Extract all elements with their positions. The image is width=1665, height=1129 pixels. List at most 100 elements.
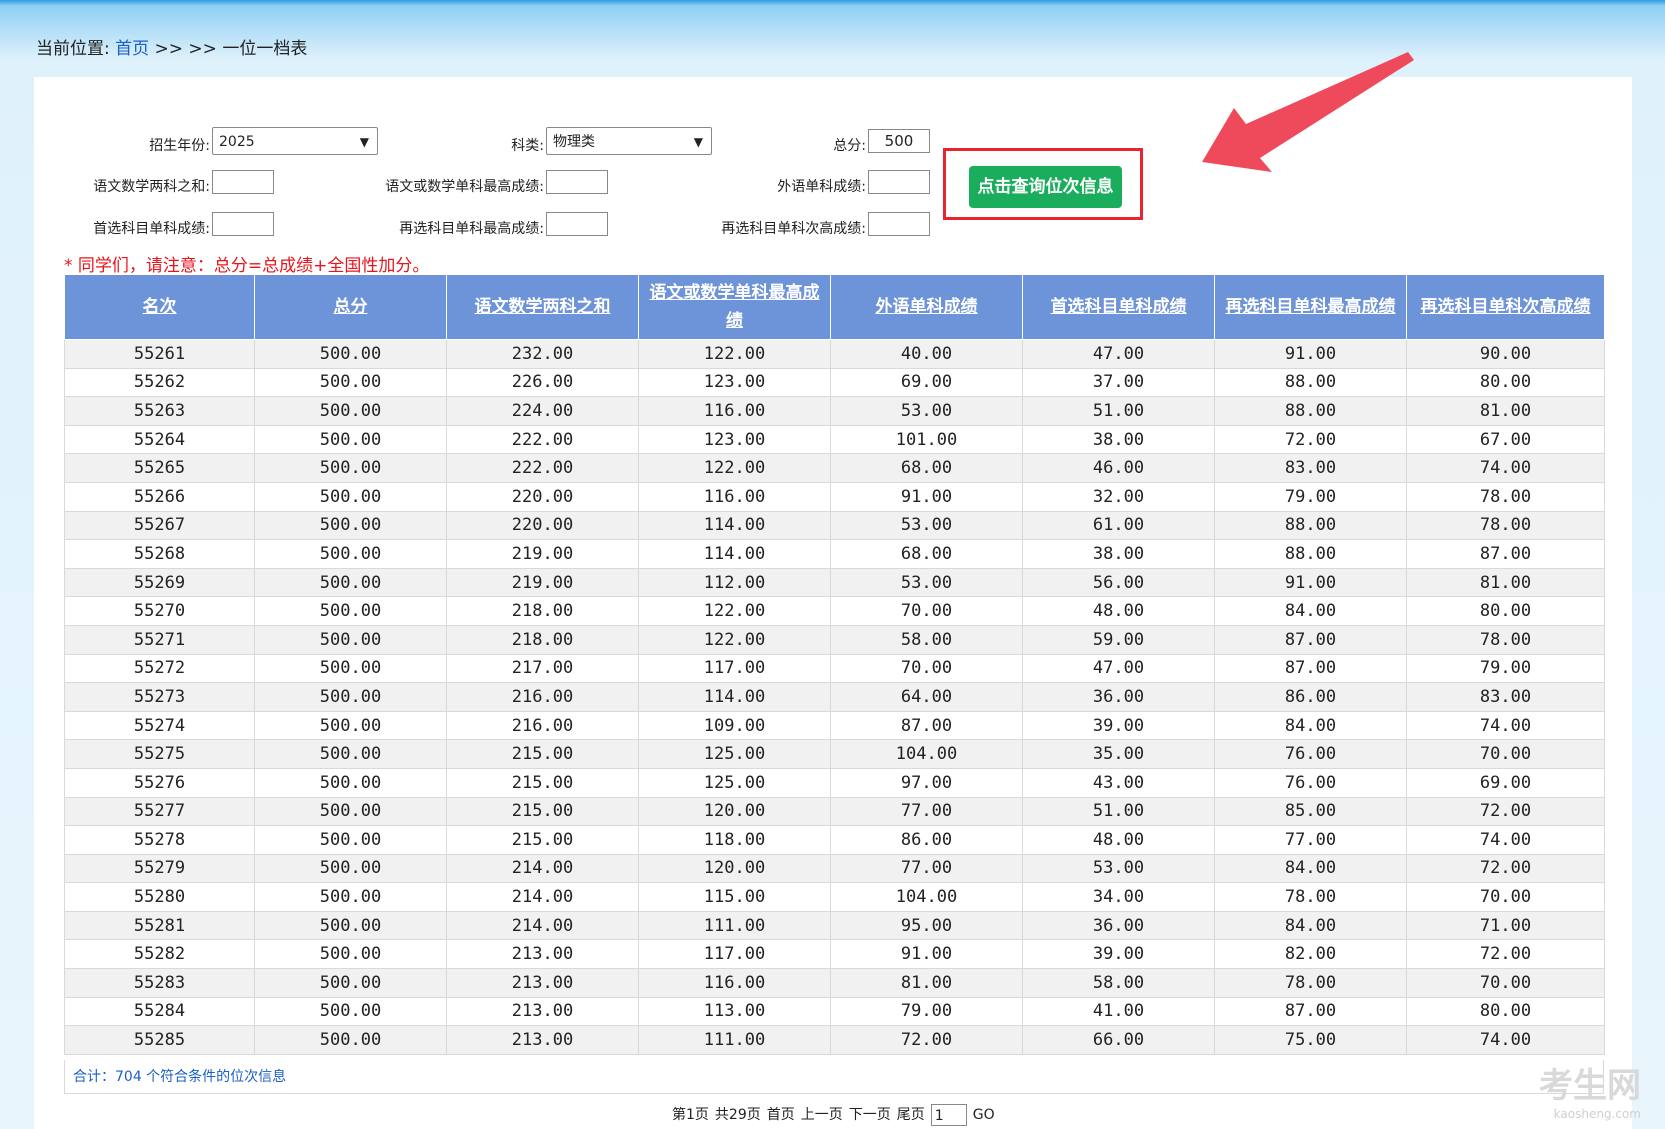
table-cell: 53.00: [1022, 854, 1215, 884]
pager-next[interactable]: 下一页: [849, 1107, 891, 1123]
table-cell: 500.00: [254, 968, 447, 998]
table-cell: 36.00: [1022, 911, 1215, 941]
page-number-input[interactable]: 1: [930, 1104, 967, 1126]
table-cell: 37.00: [1022, 368, 1215, 398]
table-cell: 72.00: [1214, 425, 1407, 455]
table-cell: 55262: [64, 368, 255, 398]
table-cell: 500.00: [254, 654, 447, 684]
table-cell: 56.00: [1022, 568, 1215, 598]
table-cell: 218.00: [446, 625, 639, 655]
table-cell: 86.00: [830, 825, 1023, 855]
table-cell: 81.00: [830, 968, 1023, 998]
table-cell: 81.00: [1406, 568, 1605, 598]
type-select[interactable]: 物理类 ▼: [546, 127, 712, 155]
breadcrumb-home-link[interactable]: 首页: [115, 39, 149, 59]
table-cell: 36.00: [1022, 682, 1215, 712]
table-cell: 55263: [64, 396, 255, 426]
chevron-down-icon: ▼: [693, 135, 703, 149]
first-subject-input[interactable]: [212, 212, 274, 236]
query-button[interactable]: 点击查询位次信息: [969, 166, 1122, 208]
table-row: 55264 500.00 222.00 123.00 101.00 38.00 72.00 6…: [64, 425, 1605, 455]
total-score-input[interactable]: 500: [868, 129, 930, 153]
column-header[interactable]: 名次: [64, 274, 255, 340]
column-header[interactable]: 再选科目单科最高成绩: [1214, 274, 1407, 340]
column-header[interactable]: 外语单科成绩: [830, 274, 1023, 340]
table-cell: 217.00: [446, 654, 639, 684]
table-cell: 79.00: [1406, 654, 1605, 684]
re-second-label: 再选科目单科次高成绩:: [721, 221, 866, 237]
cm-sum-input[interactable]: [212, 170, 274, 194]
column-header[interactable]: 总分: [254, 274, 447, 340]
column-header[interactable]: 首选科目单科成绩: [1022, 274, 1215, 340]
table-cell: 55280: [64, 882, 255, 912]
table-cell: 500.00: [254, 453, 447, 483]
table-cell: 91.00: [830, 482, 1023, 512]
year-select[interactable]: 2025 ▼: [212, 127, 378, 155]
table-cell: 55265: [64, 453, 255, 483]
table-cell: 101.00: [830, 425, 1023, 455]
re-second-input[interactable]: [868, 212, 930, 236]
table-row: 55268 500.00 219.00 114.00 68.00 38.00 88.00 87…: [64, 539, 1605, 569]
table-cell: 58.00: [1022, 968, 1215, 998]
table-cell: 64.00: [830, 682, 1023, 712]
table-cell: 500.00: [254, 539, 447, 569]
pager-last[interactable]: 尾页: [897, 1107, 925, 1123]
table-cell: 84.00: [1214, 596, 1407, 626]
re-max-label: 再选科目单科最高成绩:: [399, 221, 544, 237]
table-cell: 55283: [64, 968, 255, 998]
pager-first[interactable]: 首页: [767, 1107, 795, 1123]
go-button[interactable]: GO: [973, 1107, 995, 1123]
table-cell: 78.00: [1214, 882, 1407, 912]
table-cell: 77.00: [1214, 825, 1407, 855]
table-row: 55283 500.00 213.00 116.00 81.00 58.00 78.00 70…: [64, 968, 1605, 998]
column-header[interactable]: 语文数学两科之和: [446, 274, 639, 340]
table-cell: 55272: [64, 654, 255, 684]
column-header[interactable]: 再选科目单科次高成绩: [1406, 274, 1605, 340]
table-cell: 500.00: [254, 568, 447, 598]
table-cell: 51.00: [1022, 797, 1215, 827]
pager-current: 第1页: [672, 1107, 709, 1123]
table-cell: 79.00: [1214, 482, 1407, 512]
table-cell: 109.00: [638, 711, 831, 741]
table-cell: 120.00: [638, 797, 831, 827]
column-header[interactable]: 语文或数学单科最高成绩: [638, 274, 831, 340]
table-row: 55272 500.00 217.00 117.00 70.00 47.00 87.00 79…: [64, 654, 1605, 684]
table-cell: 70.00: [830, 654, 1023, 684]
foreign-language-label: 外语单科成绩:: [777, 179, 866, 195]
table-cell: 226.00: [446, 368, 639, 398]
table-cell: 111.00: [638, 1025, 831, 1055]
table-cell: 214.00: [446, 882, 639, 912]
total-label: 总分:: [833, 138, 866, 154]
pager-prev[interactable]: 上一页: [801, 1107, 843, 1123]
watermark-brand: 考生网: [1539, 1066, 1641, 1106]
breadcrumb-current: 一位一档表: [222, 39, 308, 59]
table-cell: 77.00: [830, 797, 1023, 827]
table-cell: 500.00: [254, 625, 447, 655]
table-cell: 70.00: [830, 596, 1023, 626]
table-cell: 500.00: [254, 739, 447, 769]
table-cell: 39.00: [1022, 711, 1215, 741]
table-cell: 500.00: [254, 711, 447, 741]
table-cell: 80.00: [1406, 368, 1605, 398]
table-header-row: 名次 总分 语文数学两科之和 语文或数学单科最高成绩 外语单科成绩 首选科目单科成绩 再选科…: [64, 274, 1605, 340]
table-body: 55261 500.00 232.00 122.00 40.00 47.00 91.00 90…: [64, 339, 1605, 1055]
cm-max-input[interactable]: [546, 170, 608, 194]
table-cell: 86.00: [1214, 682, 1407, 712]
table-cell: 116.00: [638, 396, 831, 426]
table-cell: 500.00: [254, 1025, 447, 1055]
table-cell: 69.00: [830, 368, 1023, 398]
table-cell: 68.00: [830, 453, 1023, 483]
table-cell: 216.00: [446, 711, 639, 741]
table-cell: 69.00: [1406, 768, 1605, 798]
table-cell: 219.00: [446, 568, 639, 598]
table-cell: 213.00: [446, 968, 639, 998]
year-label: 招生年份:: [149, 138, 210, 154]
table-cell: 219.00: [446, 539, 639, 569]
table-cell: 76.00: [1214, 768, 1407, 798]
foreign-language-input[interactable]: [868, 170, 930, 194]
re-max-input[interactable]: [546, 212, 608, 236]
table-cell: 55282: [64, 939, 255, 970]
table-cell: 70.00: [1406, 739, 1605, 769]
table-cell: 79.00: [830, 997, 1023, 1027]
table-cell: 500.00: [254, 425, 447, 455]
